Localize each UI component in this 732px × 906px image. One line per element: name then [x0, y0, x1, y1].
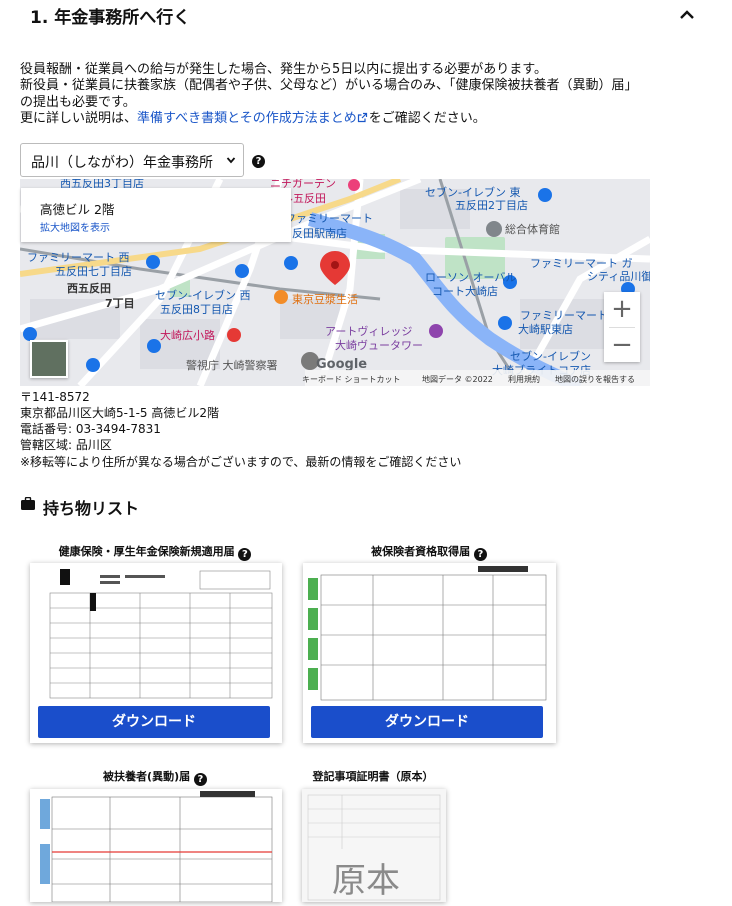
intro-line-3: の提出も必要です。: [20, 95, 136, 110]
jurisdiction: 管轄区域: 品川区: [20, 438, 112, 452]
zoom-controls: + −: [604, 292, 640, 362]
map-label: ファミリーマート: [520, 309, 608, 322]
satellite-toggle-button[interactable]: [30, 340, 68, 378]
intro-suffix: をご確認ください。: [368, 111, 486, 126]
doc-title-text: 健康保険・厚生年金保険新規適用届: [58, 545, 235, 558]
report-error-link[interactable]: 地図の誤りを報告する: [555, 374, 635, 385]
address-note: ※移転等により住所が異なる場合がございますので、最新の情報をご確認ください: [20, 455, 462, 469]
doc-card: ダウンロード: [30, 563, 282, 743]
briefcase-icon: [21, 497, 35, 510]
map-label: 五反田2丁目店: [455, 198, 528, 212]
map-label: ファミリーマート: [285, 212, 373, 225]
download-button[interactable]: ダウンロード: [38, 706, 270, 738]
zoom-in-button[interactable]: +: [604, 292, 640, 326]
guide-link[interactable]: 準備すべき書類とその作成方法まとめ: [137, 111, 357, 126]
help-icon[interactable]: ?: [238, 548, 252, 561]
map-label: コート大崎店: [432, 284, 498, 298]
doc-title-text: 被扶養者(異動)届: [103, 770, 191, 783]
map-label: 警視庁 大崎警察署: [186, 358, 278, 372]
doc-title-text: 被保険者資格取得届: [371, 545, 471, 558]
intro-line-1: 役員報酬・従業員への給与が発生した場合、発生から5日以内に提出する必要があります…: [20, 62, 547, 77]
map-label: 大崎広小路: [160, 328, 215, 342]
map-label: セブン-イレブン: [510, 349, 591, 363]
help-icon[interactable]: ?: [193, 773, 207, 786]
phone-number: 電話番号: 03-3494-7831: [20, 422, 161, 436]
map-label: ファミリーマート 西: [27, 251, 130, 264]
zoom-out-button[interactable]: −: [604, 328, 640, 362]
enlarge-map-link[interactable]: 拡大地図を表示: [40, 219, 110, 234]
original-stamp: 原本: [332, 861, 400, 901]
map-label: ファミリーマート ガ: [530, 257, 633, 270]
address-line: 東京都品川区大崎5-1-5 高徳ビル2階: [20, 406, 220, 420]
intro-line-2: 新役員・従業員に扶養家族（配偶者や子供、父母など）がいる場合のみ、「健康保険被扶…: [20, 78, 638, 93]
office-select-value: 品川（しながわ）年金事務所: [31, 155, 213, 171]
map-place-name: 高徳ビル 2階: [40, 202, 115, 217]
map-label: 7丁目: [105, 297, 135, 310]
form-preview-image: [303, 563, 556, 703]
map-label: 西五反田: [67, 281, 111, 295]
external-link-icon[interactable]: [357, 112, 368, 123]
form-preview-image: [30, 789, 282, 903]
map-label: アートヴィレッジ: [325, 324, 412, 338]
doc-title: 登記事項証明書（原本）: [312, 770, 434, 783]
map-label: ローソン オーバル: [425, 271, 516, 284]
chevron-up-icon[interactable]: [678, 6, 696, 24]
map-label: 総合体育館: [505, 222, 560, 236]
keyboard-shortcuts-link[interactable]: キーボード ショートカット: [302, 374, 401, 385]
doc-card: ダウンロード: [303, 563, 556, 743]
intro-prefix: 更に詳しい説明は、: [20, 111, 138, 126]
map-info-card: 高徳ビル 2階 拡大地図を表示: [21, 188, 291, 242]
office-select[interactable]: 品川（しながわ）年金事務所: [20, 143, 244, 177]
doc-title: 被保険者資格取得届 ?: [302, 543, 556, 561]
help-icon[interactable]: ?: [252, 155, 265, 168]
form-preview-image: [30, 563, 282, 703]
postal-code: 〒141-8572: [20, 390, 90, 404]
map-label: シティ品川御: [587, 269, 650, 283]
download-button[interactable]: ダウンロード: [311, 706, 543, 738]
map-label: 五反田七丁目店: [55, 264, 132, 278]
map-label: セブン-イレブン 西: [155, 288, 250, 302]
google-logo: Google: [316, 357, 367, 372]
doc-card: 原本: [302, 789, 446, 902]
map-label: セブン-イレブン 東: [425, 185, 520, 199]
doc-title: 健康保険・厚生年金保険新規適用届 ?: [28, 543, 282, 561]
map-label: 東京豆漿生活: [292, 292, 358, 306]
help-icon[interactable]: ?: [473, 548, 487, 561]
chevron-down-icon: [226, 157, 236, 164]
doc-title: 被扶養者(異動)届 ?: [28, 768, 282, 786]
section-title: 1. 年金事務所へ行く: [30, 8, 191, 28]
map-data-credit: 地図データ ©2022: [422, 375, 493, 384]
terms-link[interactable]: 利用規約: [508, 374, 540, 385]
map-label: 大崎ヴュータワー: [335, 338, 423, 352]
intro-line-4: 更に詳しい説明は、準備すべき書類とその作成方法まとめ をご確認ください。: [20, 111, 486, 128]
map-label: 大崎駅東店: [518, 322, 573, 336]
map-label: 反田駅南店: [292, 226, 347, 240]
checklist-title: 持ち物リスト: [43, 499, 140, 518]
doc-card: [30, 789, 282, 903]
map-label: 五反田8丁目店: [160, 302, 233, 316]
